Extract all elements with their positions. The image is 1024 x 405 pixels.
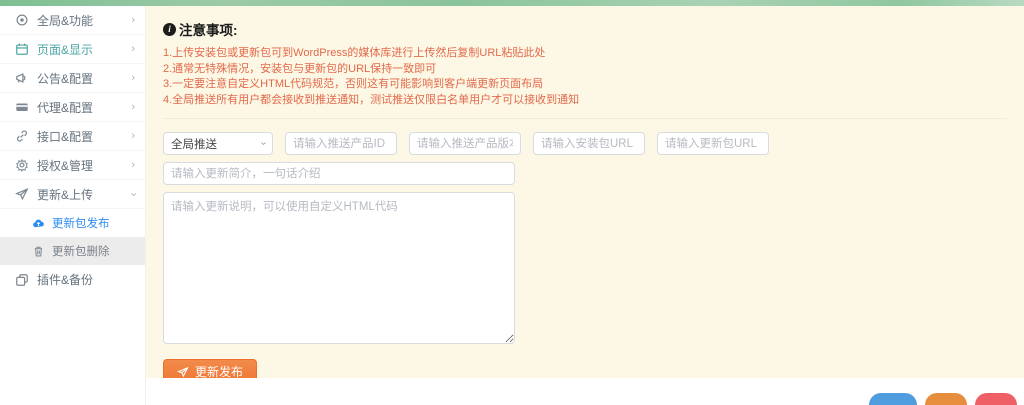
chevron-right-icon: › <box>131 129 135 142</box>
sidebar-item-announcement-config[interactable]: 公告&配置 › <box>0 64 145 93</box>
section-divider <box>163 118 1007 119</box>
sidebar-item-page-display[interactable]: 页面&显示 › <box>0 35 145 64</box>
cloud-upload-icon <box>32 217 45 230</box>
sidebar-item-api-config[interactable]: 接口&配置 › <box>0 122 145 151</box>
notice-line: 4.全局推送所有用户都会接收到推送通知，测试推送仅限白名单用户才可以接收到通知 <box>163 93 580 106</box>
sidebar-item-label: 代理&配置 <box>37 100 94 115</box>
sidebar-item-label: 授权&管理 <box>37 158 94 173</box>
sidebar: 全局&功能 › 页面&显示 › 公告&配置 › 代理&配置 › 接口&配置 › <box>0 6 146 405</box>
info-icon: i <box>163 22 176 36</box>
notice-line: 2.通常无特殊情况，安装包与更新包的URL保持一致即可 <box>163 62 437 75</box>
floating-action-button-2[interactable] <box>925 393 967 405</box>
notice-line: 1.上传安装包或更新包可到WordPress的媒体库进行上传然后复制URL粘贴此… <box>163 47 546 59</box>
floating-action-button-3[interactable] <box>975 393 1017 405</box>
sidebar-subitem-update-delete[interactable]: 更新包删除 <box>0 237 145 265</box>
send-icon <box>177 366 189 378</box>
update-summary-input[interactable] <box>163 162 515 185</box>
sidebar-item-update-upload[interactable]: 更新&上传 › <box>0 180 145 209</box>
chevron-right-icon: › <box>131 100 135 113</box>
sidebar-item-auth-manage[interactable]: 授权&管理 › <box>0 151 145 180</box>
sidebar-subitem-label: 更新包删除 <box>52 246 110 258</box>
sidebar-subitem-update-publish[interactable]: 更新包发布 <box>0 209 145 237</box>
push-type-selected-value: 全局推送 <box>171 138 217 151</box>
card-icon <box>15 100 29 114</box>
link-icon <box>15 129 29 143</box>
install-package-url-input[interactable] <box>533 132 645 155</box>
chevron-down-icon: › <box>127 192 140 196</box>
notice-line: 3.一定要注意自定义HTML代码规范，否则这有可能影响到客户端更新页面布局 <box>163 78 544 90</box>
chevron-right-icon: › <box>131 42 135 55</box>
publish-update-label: 更新发布 <box>195 365 244 378</box>
product-version-input[interactable] <box>409 132 521 155</box>
chevron-down-icon: › <box>257 141 269 146</box>
chevron-right-icon: › <box>131 71 135 84</box>
trash-icon <box>32 245 45 258</box>
notice-title: i 注意事项: <box>163 19 1024 39</box>
plugin-icon <box>15 273 29 287</box>
update-description-textarea[interactable] <box>163 192 515 344</box>
megaphone-icon <box>15 71 29 85</box>
sidebar-item-label: 插件&备份 <box>37 273 94 287</box>
push-type-select[interactable]: 全局推送 › <box>163 132 273 155</box>
globe-icon <box>15 13 29 27</box>
sidebar-subitem-label: 更新包发布 <box>52 218 110 230</box>
chevron-right-icon: › <box>131 158 135 171</box>
gear-icon <box>15 158 29 172</box>
product-id-input[interactable] <box>285 132 397 155</box>
sidebar-item-plugin-backup[interactable]: 插件&备份 <box>0 265 145 294</box>
sidebar-item-label: 接口&配置 <box>37 129 94 144</box>
notice-title-text: 注意事项: <box>179 23 238 38</box>
notice-list: 1.上传安装包或更新包可到WordPress的媒体库进行上传然后复制URL粘贴此… <box>163 46 1024 108</box>
sidebar-item-label: 全局&功能 <box>37 13 94 28</box>
floating-action-button-1[interactable] <box>869 393 917 405</box>
calendar-icon <box>15 42 29 56</box>
send-icon <box>15 187 29 201</box>
update-package-url-input[interactable] <box>657 132 769 155</box>
push-form-row: 全局推送 › <box>163 132 1024 155</box>
sidebar-item-global-features[interactable]: 全局&功能 › <box>0 6 145 35</box>
chevron-right-icon: › <box>131 13 135 26</box>
publish-update-button[interactable]: 更新发布 <box>163 359 258 378</box>
sidebar-item-label: 公告&配置 <box>37 71 94 86</box>
sidebar-item-label: 页面&显示 <box>37 42 94 57</box>
sidebar-item-agent-config[interactable]: 代理&配置 › <box>0 93 145 122</box>
sidebar-item-label: 更新&上传 <box>37 187 94 202</box>
main-content: i 注意事项: 1.上传安装包或更新包可到WordPress的媒体库进行上传然后… <box>146 6 1024 378</box>
